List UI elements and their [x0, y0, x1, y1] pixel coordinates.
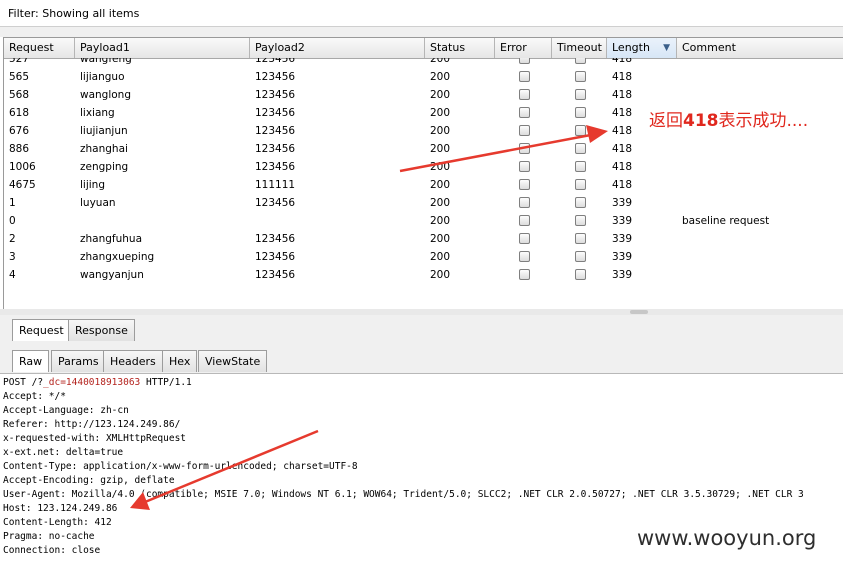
annotation-arrow-length — [399, 132, 597, 173]
annotation-arrowhead-length — [586, 125, 608, 143]
watermark-text: www.wooyun.org — [637, 526, 817, 550]
annotation-arrows — [130, 125, 608, 510]
annotation-arrow-host — [144, 429, 319, 504]
